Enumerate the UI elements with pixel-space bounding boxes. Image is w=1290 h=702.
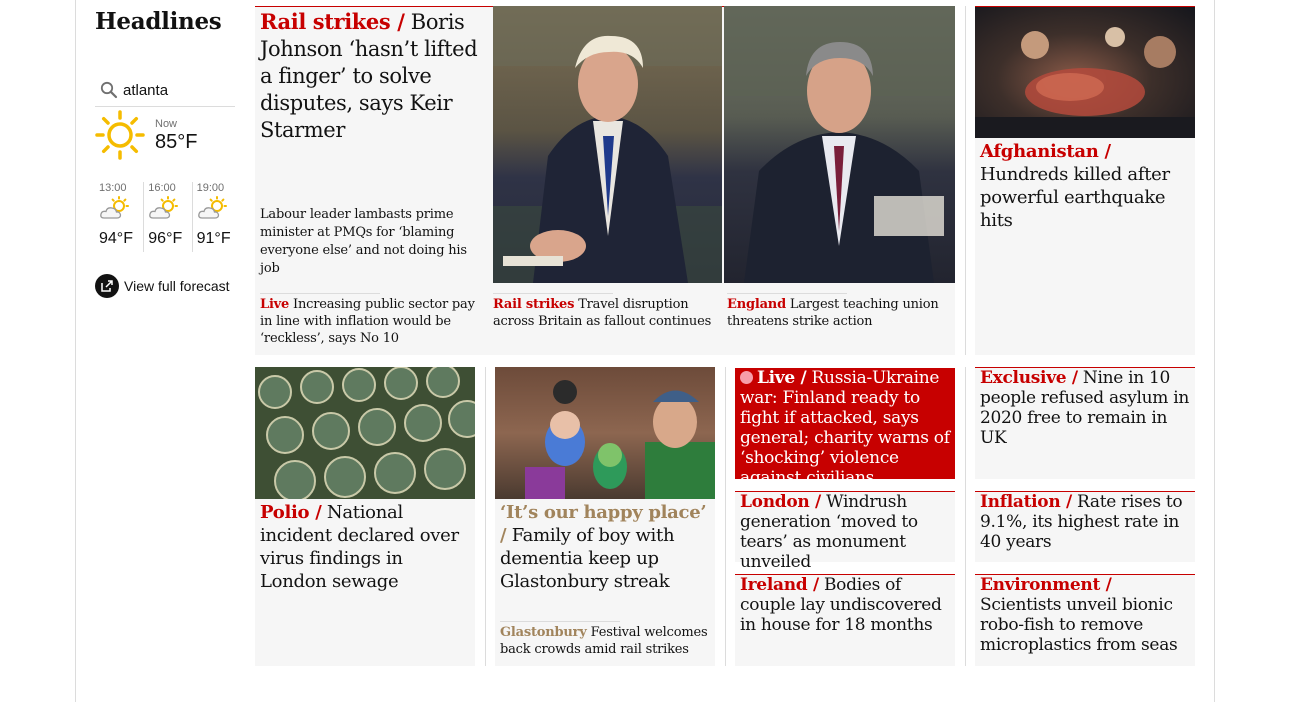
glastonbury-sublink[interactable]: Glastonbury Festival welcomes back crowd… [500, 624, 710, 658]
sunny-icon [95, 110, 145, 160]
forecast-slot: 19:00 91°F [191, 182, 240, 252]
partly-cloudy-icon [149, 196, 179, 219]
partly-cloudy-icon [197, 196, 227, 219]
ukraine-kicker: Live / [757, 368, 807, 388]
lead-sublink[interactable]: Rail strikes Travel disruption across Br… [493, 296, 718, 330]
boris-johnson-photo [493, 6, 722, 283]
sublink-kicker: England [727, 297, 786, 312]
afghanistan-headline-text: Hundreds killed after powerful earthquak… [980, 164, 1170, 231]
view-full-forecast-label: View full forecast [124, 278, 230, 294]
ukraine-live-card[interactable]: Live / Russia-Ukraine war: Finland ready… [735, 368, 955, 488]
page-border-right [1214, 0, 1215, 702]
ukraine-headline[interactable]: Live / Russia-Ukraine war: Finland ready… [740, 368, 952, 488]
search-icon [100, 81, 118, 99]
forecast-slot: 16:00 96°F [143, 182, 191, 252]
hourly-forecast: 13:00 94°F 16:00 96°F 19:00 91°F [95, 182, 240, 252]
partly-cloudy-icon [100, 196, 129, 219]
forecast-temp: 94°F [99, 230, 133, 247]
afghanistan-headline[interactable]: Afghanistan / Hundreds killed after powe… [980, 140, 1192, 232]
glastonbury-sublink-kicker: Glastonbury [500, 625, 587, 640]
keir-starmer-photo [724, 6, 955, 283]
forecast-slot: 13:00 94°F [95, 182, 143, 252]
polio-kicker: Polio / [260, 502, 322, 523]
view-full-forecast-link[interactable]: View full forecast [95, 274, 230, 298]
lead-sublink[interactable]: Live Increasing public sector pay in lin… [260, 296, 475, 347]
column-divider [725, 367, 726, 666]
windrush-headline[interactable]: London / Windrush generation ‘moved to t… [740, 492, 952, 572]
section-title: Headlines [95, 8, 222, 35]
forecast-temp: 91°F [196, 230, 231, 247]
ireland-kicker: Ireland / [740, 575, 819, 595]
forecast-temp: 96°F [148, 230, 183, 247]
environment-kicker: Environment / [980, 575, 1112, 595]
earthquake-scene [975, 27, 1195, 138]
earthquake-photo [975, 7, 1195, 138]
inflation-headline[interactable]: Inflation / Rate rises to 9.1%, its high… [980, 492, 1192, 552]
forecast-time: 16:00 [148, 182, 176, 194]
glastonbury-family-photo [495, 367, 715, 499]
inflation-kicker: Inflation / [980, 492, 1072, 512]
external-link-icon [95, 274, 119, 298]
lead-headline[interactable]: Rail strikes / Boris Johnson ‘hasn’t lif… [260, 8, 485, 144]
sublink-divider [493, 293, 613, 294]
location-input[interactable] [123, 81, 228, 99]
column-divider [965, 367, 966, 666]
weather-location-search[interactable] [95, 74, 235, 107]
ireland-headline[interactable]: Ireland / Bodies of couple lay undiscove… [740, 575, 952, 635]
sublink-kicker: Live [260, 297, 290, 312]
current-weather: Now 85°F [95, 110, 240, 165]
now-temperature: 85°F [155, 131, 198, 153]
sublink-divider [500, 621, 620, 622]
environment-headline[interactable]: Environment / Scientists unveil bionic r… [980, 575, 1192, 655]
family-group [525, 380, 715, 499]
asylum-headline[interactable]: Exclusive / Nine in 10 people refused as… [980, 368, 1192, 448]
environment-headline-text: Scientists unveil bionic robo-fish to re… [980, 595, 1178, 655]
lead-kicker: Rail strikes / [260, 9, 405, 34]
lead-standfirst: Labour leader lambasts prime minister at… [260, 207, 467, 276]
sublink-divider [260, 293, 380, 294]
glastonbury-headline[interactable]: ‘It’s our happy place’ / Family of boy w… [500, 501, 712, 593]
sewage-tanks [258, 367, 475, 499]
forecast-time: 19:00 [196, 182, 225, 194]
polio-headline[interactable]: Polio / National incident declared over … [260, 501, 472, 593]
glastonbury-headline-text: Family of boy with dementia keep up Glas… [500, 525, 675, 592]
asylum-kicker: Exclusive / [980, 368, 1078, 388]
lead-sublink[interactable]: England Largest teaching union threatens… [727, 296, 947, 330]
column-divider [485, 367, 486, 666]
sublink-divider [727, 293, 847, 294]
sewage-works-photo [255, 367, 475, 499]
page-border-left [75, 0, 76, 702]
column-divider [965, 6, 966, 355]
keir-starmer-figure [724, 6, 955, 283]
afghanistan-kicker: Afghanistan / [980, 141, 1111, 162]
boris-johnson-figure [493, 6, 722, 283]
now-label: Now [155, 118, 178, 130]
forecast-time: 13:00 [99, 182, 127, 194]
sublink-kicker: Rail strikes [493, 297, 575, 312]
sublink-text: Increasing public sector pay in line wit… [260, 297, 475, 346]
live-pulse-icon [740, 371, 753, 384]
windrush-kicker: London / [740, 492, 821, 512]
